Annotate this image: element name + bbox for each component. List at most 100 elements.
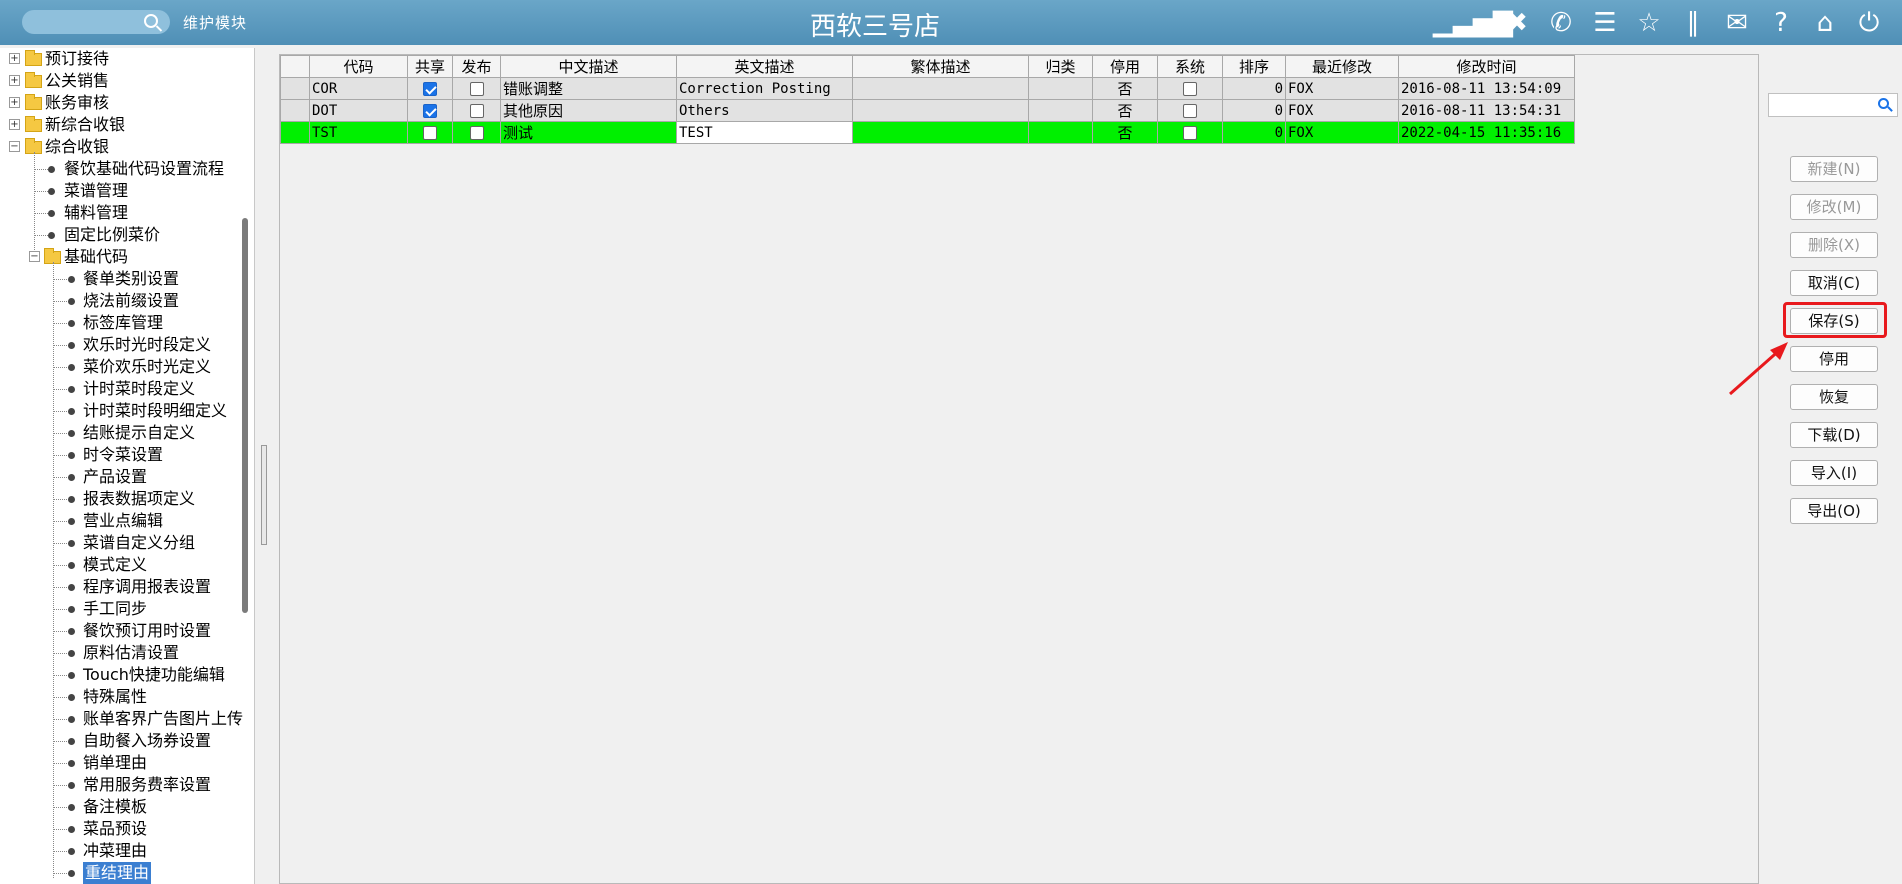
code-cell[interactable]: DOT <box>309 99 408 122</box>
tree-item-level3[interactable]: 餐单类别设置 <box>83 268 179 290</box>
stop-cell[interactable]: 否 <box>1092 121 1158 144</box>
tree-item-level3[interactable]: 自助餐入场券设置 <box>83 730 211 752</box>
tree-item-level3[interactable]: 备注模板 <box>83 796 147 818</box>
tree-item-top[interactable]: 预订接待 <box>45 48 109 70</box>
modified-time-cell[interactable]: 2016-08-11 13:54:31 <box>1398 99 1575 122</box>
code-cell[interactable]: TST <box>309 121 408 144</box>
row-selector[interactable] <box>280 99 310 122</box>
signal-icon[interactable]: ▁▃▅▇ <box>1433 7 1513 39</box>
tree-expander-icon[interactable]: − <box>9 141 20 152</box>
tree-item-top[interactable]: 综合收银 <box>45 136 109 158</box>
import-button[interactable]: 导入(I) <box>1790 460 1878 486</box>
phone-icon[interactable]: ✆ <box>1546 7 1576 39</box>
tree-expander-icon[interactable]: + <box>9 75 20 86</box>
tw-desc-cell[interactable] <box>852 121 1029 144</box>
shared-checkbox[interactable] <box>423 125 437 140</box>
col-header[interactable]: 停用 <box>1092 55 1158 78</box>
row-selector[interactable] <box>280 77 310 100</box>
en-desc-cell[interactable]: TEST <box>676 121 853 144</box>
col-header[interactable]: 修改时间 <box>1398 55 1575 78</box>
tree-item-top[interactable]: 新综合收银 <box>45 114 125 136</box>
new-button[interactable]: 新建(N) <box>1790 156 1878 182</box>
table-row[interactable]: TST 测试 TEST 否 0 FOX 2022-04-15 11:35:16 <box>280 121 1575 144</box>
cn-desc-cell[interactable]: 错账调整 <box>500 77 677 100</box>
col-header[interactable]: 最近修改 <box>1285 55 1399 78</box>
system-checkbox[interactable] <box>1183 103 1197 118</box>
stop-cell[interactable]: 否 <box>1092 99 1158 122</box>
col-header[interactable]: 英文描述 <box>676 55 853 78</box>
col-header[interactable]: 代码 <box>309 55 408 78</box>
order-cell[interactable]: 0 <box>1222 121 1286 144</box>
en-desc-cell[interactable]: Correction Posting <box>676 77 853 100</box>
system-checkbox[interactable] <box>1183 81 1197 96</box>
home-icon[interactable]: ⌂ <box>1810 7 1840 39</box>
stop-cell[interactable]: 否 <box>1092 77 1158 100</box>
tw-desc-cell[interactable] <box>852 77 1029 100</box>
tree-item-level2[interactable]: 餐饮基础代码设置流程 <box>64 158 224 180</box>
tools-icon[interactable]: ✖ <box>1502 7 1532 39</box>
columns-icon[interactable]: ∥ <box>1678 7 1708 39</box>
star-icon[interactable]: ☆ <box>1634 7 1664 39</box>
publish-checkbox[interactable] <box>469 125 484 140</box>
modified-time-cell[interactable]: 2016-08-11 13:54:09 <box>1398 77 1575 100</box>
tree-item-level3[interactable]: 结账提示自定义 <box>83 422 195 444</box>
order-cell[interactable]: 0 <box>1222 99 1286 122</box>
code-cell[interactable]: COR <box>309 77 408 100</box>
category-cell[interactable] <box>1028 77 1093 100</box>
col-header[interactable]: 中文描述 <box>500 55 677 78</box>
tree-item-level3[interactable]: 特殊属性 <box>83 686 147 708</box>
publish-checkbox[interactable] <box>469 81 484 96</box>
tree-item-level3[interactable]: 计时菜时段定义 <box>83 378 195 400</box>
filter-search-input[interactable] <box>1768 93 1898 117</box>
tw-desc-cell[interactable] <box>852 99 1029 122</box>
tree-item-level2[interactable]: 菜谱管理 <box>64 180 128 202</box>
tree-item-level3[interactable]: 销单理由 <box>83 752 147 774</box>
col-header[interactable]: 共享 <box>407 55 453 78</box>
shared-checkbox[interactable] <box>423 81 437 96</box>
category-cell[interactable] <box>1028 99 1093 122</box>
tree-expander-icon[interactable]: + <box>9 53 20 64</box>
tree-item-level3[interactable]: 常用服务费率设置 <box>83 774 211 796</box>
modifier-cell[interactable]: FOX <box>1285 99 1399 122</box>
disable-button[interactable]: 停用 <box>1790 346 1878 372</box>
tree-item-level3[interactable]: 时令菜设置 <box>83 444 163 466</box>
tree-item-level3[interactable]: 菜价欢乐时光定义 <box>83 356 211 378</box>
modifier-cell[interactable]: FOX <box>1285 77 1399 100</box>
tree-item-level3[interactable]: 报表数据项定义 <box>83 488 195 510</box>
delete-button[interactable]: 删除(X) <box>1790 232 1878 258</box>
tree-item-level3[interactable]: 手工同步 <box>83 598 147 620</box>
tree-expander-icon[interactable]: + <box>9 97 20 108</box>
tree-item-level3[interactable]: 标签库管理 <box>83 312 163 334</box>
tree-item-level3[interactable]: 账单客界广告图片上传 <box>83 708 243 730</box>
download-button[interactable]: 下载(D) <box>1790 422 1878 448</box>
system-checkbox[interactable] <box>1183 125 1197 140</box>
tree-item-top[interactable]: 公关销售 <box>45 70 109 92</box>
shared-checkbox[interactable] <box>423 103 437 118</box>
tree-item-level3[interactable]: Touch快捷功能编辑 <box>83 664 225 686</box>
export-button[interactable]: 导出(O) <box>1790 498 1878 524</box>
category-cell[interactable] <box>1028 121 1093 144</box>
cn-desc-cell[interactable]: 其他原因 <box>500 99 677 122</box>
tree-expander-icon[interactable]: − <box>29 251 40 262</box>
tree-item-level3[interactable]: 烧法前缀设置 <box>83 290 179 312</box>
tree-item-level2[interactable]: 固定比例菜价 <box>64 224 160 246</box>
col-header[interactable]: 归类 <box>1028 55 1093 78</box>
tree-item-level3[interactable]: 餐饮预订用时设置 <box>83 620 211 642</box>
panel-splitter[interactable] <box>261 445 267 545</box>
tree-expander-icon[interactable]: + <box>9 119 20 130</box>
edit-button[interactable]: 修改(M) <box>1790 194 1878 220</box>
en-desc-cell[interactable]: Others <box>676 99 853 122</box>
tree-item-basic-code[interactable]: 基础代码 <box>64 246 128 268</box>
col-header[interactable]: 发布 <box>452 55 501 78</box>
mail-icon[interactable]: ✉ <box>1722 7 1752 39</box>
tree-item-level3[interactable]: 计时菜时段明细定义 <box>83 400 227 422</box>
col-header[interactable]: 系统 <box>1157 55 1223 78</box>
cn-desc-cell[interactable]: 测试 <box>500 121 677 144</box>
table-row[interactable]: COR 错账调整 Correction Posting 否 0 FOX 2016-08-11… <box>280 77 1575 100</box>
tree-item-level3[interactable]: 冲菜理由 <box>83 840 147 862</box>
help-icon[interactable]: ? <box>1766 7 1796 39</box>
col-header[interactable]: 繁体描述 <box>852 55 1029 78</box>
modifier-cell[interactable]: FOX <box>1285 121 1399 144</box>
tree-item-level3[interactable]: 重结理由 <box>83 862 152 884</box>
tree-item-level3[interactable]: 程序调用报表设置 <box>83 576 211 598</box>
